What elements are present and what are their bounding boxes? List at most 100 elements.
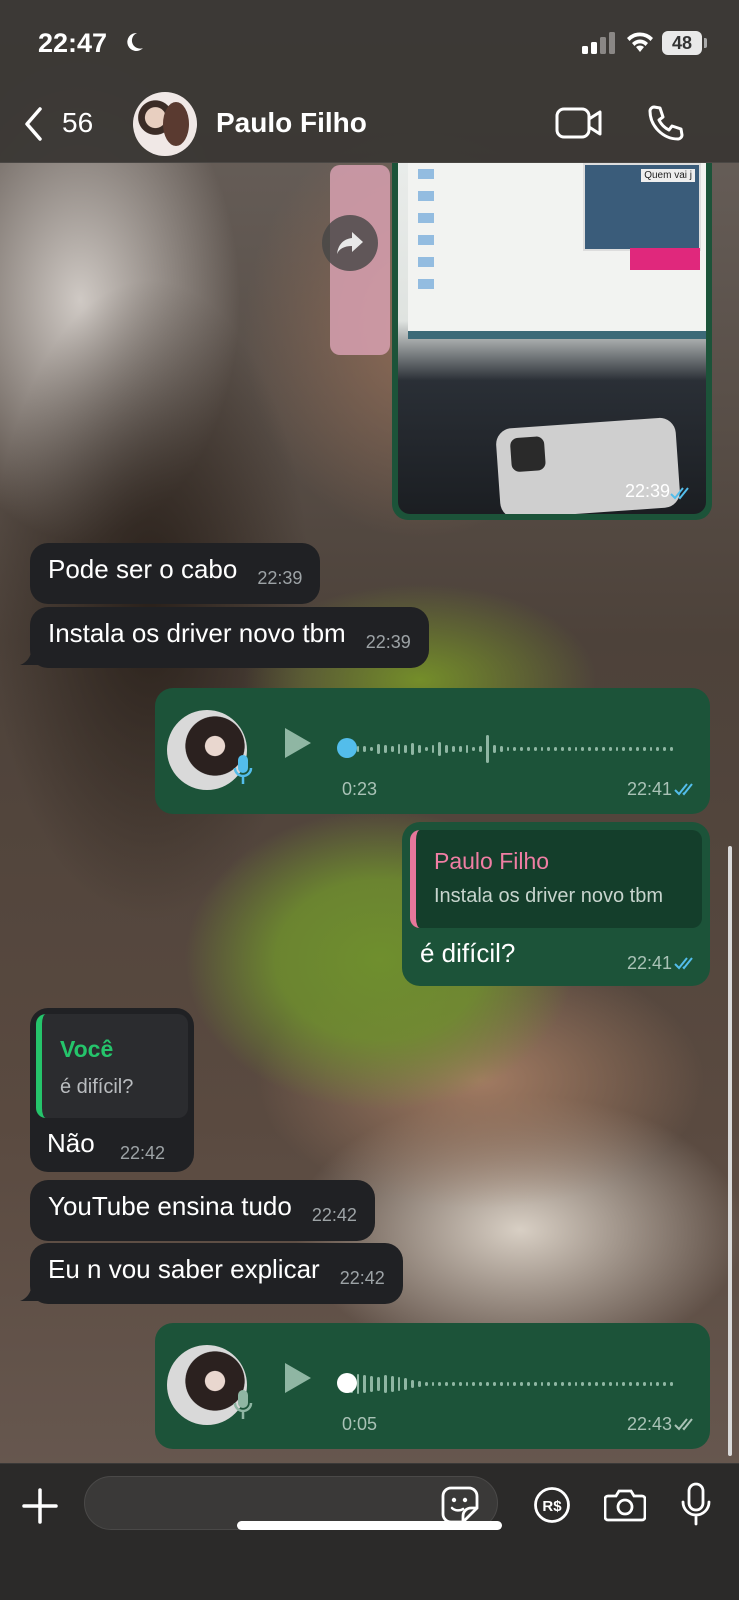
incoming-message[interactable]: Eu n vou saber explicar 22:42 [30,1243,403,1304]
incoming-reply-message[interactable]: Você é difícil? Não 22:42 [30,1008,194,1172]
waveform-bar [540,747,544,751]
play-icon[interactable] [283,1361,313,1395]
forward-button[interactable] [322,215,378,271]
voice-message[interactable]: 0:05 22:43 [155,1323,710,1449]
chat-header: 22:47 48 56 Paulo Filho [0,0,739,163]
waveform-bar [656,1382,660,1386]
waveform-bar [465,745,469,753]
waveform-bar [486,735,489,763]
waveform-bar [574,1382,578,1386]
waveform-bar [520,1382,523,1386]
waveform[interactable] [343,1369,673,1399]
delivered-ticks-icon [674,1418,693,1431]
waveform-bar [608,1382,612,1386]
waveform-bar [520,747,523,751]
waveform-bar [567,1382,571,1386]
waveform-bar [656,747,660,751]
waveform-bar [377,744,380,754]
waveform-bar [561,1382,564,1386]
waveform-bar [670,1382,673,1386]
waveform-bar [513,1382,517,1386]
status-time: 22:47 [38,28,108,58]
pix-payment-icon[interactable]: R$ [533,1486,571,1524]
incoming-message[interactable]: YouTube ensina tudo 22:42 [30,1180,375,1241]
plus-icon[interactable] [22,1488,58,1524]
message-time: 22:41 [626,779,672,799]
waveform-bar [424,747,428,751]
waveform-bar [417,1381,421,1387]
bubble-tail [20,645,42,665]
waveform-bar [642,747,646,751]
quoted-text: é difícil? [60,1076,134,1098]
quoted-message[interactable]: Paulo Filho Instala os driver novo tbm [410,830,702,928]
waveform-bar [472,747,476,751]
waveform-bar [581,1382,585,1386]
waveform-bar [670,747,673,751]
bubble-tail [20,1281,42,1301]
message-time: 22:39 [365,632,411,652]
read-ticks-icon [670,487,689,500]
waveform-bar [615,1382,619,1386]
message-text: Não [47,1128,95,1158]
waveform-bar [458,746,462,752]
waveform-bar [622,747,626,751]
photo-desktop-icons [418,169,434,299]
waveform[interactable] [343,734,673,764]
contact-avatar[interactable] [133,92,197,156]
waveform-bar [479,746,483,752]
photo-window-title: Quem vai j [641,169,695,182]
phone-call-icon[interactable] [645,104,685,144]
message-time: 22:42 [120,1143,166,1163]
sticker-icon[interactable] [441,1486,479,1524]
image-thumbnail[interactable]: Quem vai j 22:39 [398,163,706,514]
camera-icon[interactable] [604,1488,646,1522]
photo-taskbar [408,331,706,339]
chat-scrollbar[interactable] [728,846,732,1456]
waveform-bar [370,1376,374,1392]
quoted-message[interactable]: Você é difícil? [36,1014,188,1118]
unread-count[interactable]: 56 [62,107,93,139]
contact-name[interactable]: Paulo Filho [216,107,367,139]
mic-icon[interactable] [680,1482,712,1526]
waveform-bar [411,1380,414,1388]
voice-message[interactable]: 0:23 22:41 [155,688,710,814]
play-icon[interactable] [283,726,313,760]
waveform-bar [452,746,455,752]
photo-window: Quem vai j [583,163,701,251]
waveform-bar [370,747,374,751]
back-chevron-icon[interactable] [22,106,46,142]
waveform-bar [404,1378,408,1390]
waveform-bar [390,1376,394,1392]
waveform-bar [452,1382,455,1386]
outgoing-reply-message[interactable]: Paulo Filho Instala os driver novo tbm é… [402,822,710,986]
message-text: Pode ser o cabo [48,554,238,584]
waveform-bar [431,1382,435,1386]
voice-duration: 0:05 [342,1414,378,1434]
message-time: 22:42 [311,1205,357,1225]
image-message[interactable]: Quem vai j 22:39 [392,163,712,520]
battery-indicator: 48 [662,31,702,55]
waveform-bar [663,747,666,751]
home-indicator[interactable] [237,1521,502,1530]
waveform-bar [601,1382,605,1386]
waveform-bar [533,1382,537,1386]
waveform-bar [377,1377,380,1391]
waveform-bar [499,746,503,752]
waveform-bar [526,747,530,751]
waveform-bar [465,1382,469,1386]
waveform-bar [363,746,367,752]
waveform-bar [533,747,537,751]
playback-scrubber[interactable] [337,738,357,758]
waveform-bar [588,1382,592,1386]
incoming-message[interactable]: Pode ser o cabo 22:39 [30,543,321,604]
message-text: Instala os driver novo tbm [48,618,346,648]
photo-pink-shape [630,248,700,270]
waveform-bar [356,746,360,752]
waveform-bar [526,1382,530,1386]
read-ticks-icon [674,957,693,970]
incoming-message[interactable]: Instala os driver novo tbm 22:39 [30,607,429,668]
video-call-icon[interactable] [555,106,603,140]
playback-scrubber[interactable] [337,1373,357,1393]
waveform-bar [397,1377,401,1391]
quoted-sender: Você [60,1036,114,1062]
